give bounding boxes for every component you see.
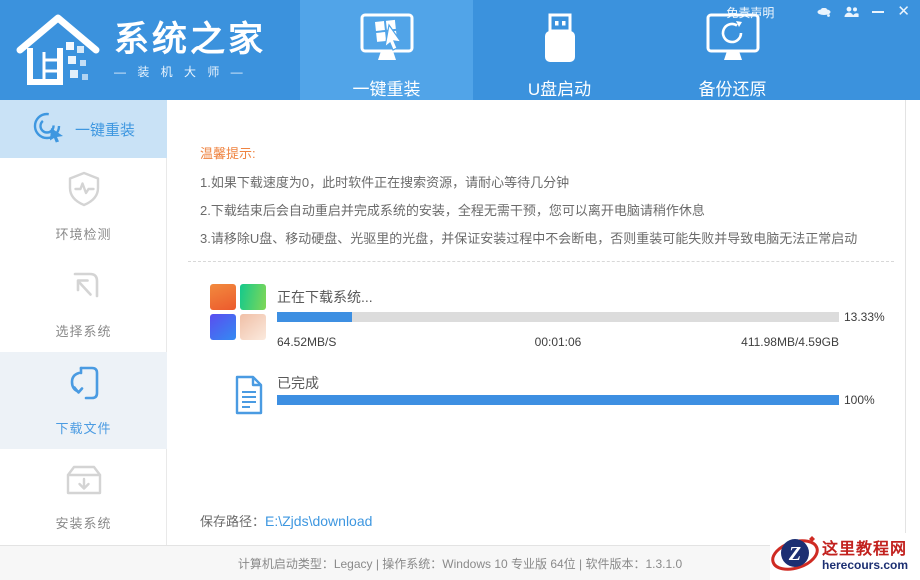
- sidebar-item-select-system[interactable]: 选择系统: [0, 255, 167, 352]
- completed-progress-fill: [277, 395, 839, 405]
- download-file-icon: [66, 364, 102, 407]
- logo-title: 系统之家: [114, 21, 266, 60]
- tab-label: 一键重装: [353, 75, 421, 100]
- sidebar-item-label: 环境检测: [55, 224, 111, 243]
- tab-onekey-reinstall[interactable]: 一键重装: [300, 0, 473, 100]
- system-info-text: 计算机启动类型：Legacy | 操作系统：Windows 10 专业版 64位…: [238, 555, 682, 572]
- download-size: 411.98MB/4.59GB: [679, 335, 839, 349]
- watermark-title: 这里教程网: [822, 541, 908, 559]
- reinstall-target-cursor-icon: [32, 111, 66, 148]
- windows-logo-pane: [210, 314, 236, 340]
- disclaimer-link[interactable]: 免责声明: [726, 4, 774, 21]
- windows-logo-pane: [240, 284, 266, 310]
- sidebar-item-env-check[interactable]: 环境检测: [0, 158, 167, 255]
- user-group-icon[interactable]: [844, 6, 859, 18]
- close-button[interactable]: ✕: [897, 5, 910, 19]
- save-path-row: 保存路径： E:\Zjds\download: [200, 511, 372, 530]
- download-progress-bar: [277, 312, 839, 322]
- sidebar-item-download-files[interactable]: 下载文件: [0, 352, 167, 449]
- sidebar: 一键重装 环境检测 选择系统: [0, 100, 167, 545]
- select-cursor-icon: [65, 267, 103, 310]
- completed-progress-bar: [277, 395, 839, 405]
- install-box-icon: [63, 463, 105, 502]
- watermark-texts: 这里教程网 herecours.com: [822, 541, 908, 573]
- header: 系统之家 — 装 机 大 师 — 一键重装: [0, 0, 920, 100]
- sidebar-item-install-system[interactable]: 安装系统: [0, 449, 167, 546]
- app-window: 系统之家 — 装 机 大 师 — 一键重装: [0, 0, 920, 580]
- tips-title: 温馨提示:: [200, 143, 256, 162]
- download-elapsed-time: 00:01:06: [498, 335, 618, 349]
- sidebar-item-label: 一键重装: [75, 119, 135, 140]
- house-logo-icon: [14, 8, 106, 93]
- tip-line-1: 1.如果下载速度为0，此时软件正在搜索资源，请耐心等待几分钟: [200, 172, 569, 191]
- usb-drive-icon: [531, 12, 589, 69]
- site-watermark: Z 这里教程网 herecours.com: [770, 533, 920, 580]
- app-logo: 系统之家 — 装 机 大 师 —: [14, 8, 266, 93]
- save-path-label: 保存路径：: [200, 511, 265, 530]
- monitor-windows-cursor-icon: [358, 12, 416, 69]
- minimize-button[interactable]: [872, 11, 884, 13]
- z-logo-icon: Z: [770, 532, 820, 580]
- tab-usb-boot[interactable]: U盘启动: [473, 0, 646, 100]
- content-right-divider: [905, 100, 906, 556]
- monitor-restore-icon: [704, 12, 762, 69]
- download-speed: 64.52MB/S: [277, 335, 336, 349]
- completed-status-text: 已完成: [277, 373, 319, 393]
- logo-text: 系统之家 — 装 机 大 师 —: [114, 21, 266, 81]
- download-percent-label: 13.33%: [844, 310, 885, 324]
- document-icon: [233, 374, 264, 421]
- windows-logo-pane: [240, 314, 266, 340]
- save-path-link[interactable]: E:\Zjds\download: [265, 513, 372, 529]
- sidebar-item-onekey-reinstall[interactable]: 一键重装: [0, 100, 167, 158]
- download-progress-fill: [277, 312, 352, 322]
- completed-percent-label: 100%: [844, 393, 875, 407]
- windows-logo-pane: [210, 284, 236, 310]
- svg-text:Z: Z: [788, 543, 801, 565]
- tip-line-2: 2.下载结束后会自动重启并完成系统的安装，全程无需干预，您可以离开电脑请稍作休息: [200, 200, 705, 219]
- sidebar-item-label: 选择系统: [55, 321, 111, 340]
- tab-label: 备份还原: [699, 75, 767, 100]
- tab-label: U盘启动: [528, 75, 591, 100]
- sidebar-item-label: 下载文件: [55, 418, 111, 437]
- service-icon[interactable]: [817, 6, 831, 19]
- shield-pulse-icon: [65, 170, 103, 213]
- windows-logo-icon: [210, 284, 268, 340]
- sidebar-item-label: 安装系统: [55, 513, 111, 532]
- tip-line-3: 3.请移除U盘、移动硬盘、光驱里的光盘，并保证安装过程中不会断电，否则重装可能失…: [200, 228, 857, 247]
- logo-subtitle: — 装 机 大 师 —: [114, 63, 266, 80]
- window-controls: 免责声明 ✕: [726, 4, 910, 20]
- watermark-domain: herecours.com: [822, 558, 908, 572]
- download-status-text: 正在下载系统...: [277, 287, 373, 307]
- dashed-separator: [188, 261, 894, 262]
